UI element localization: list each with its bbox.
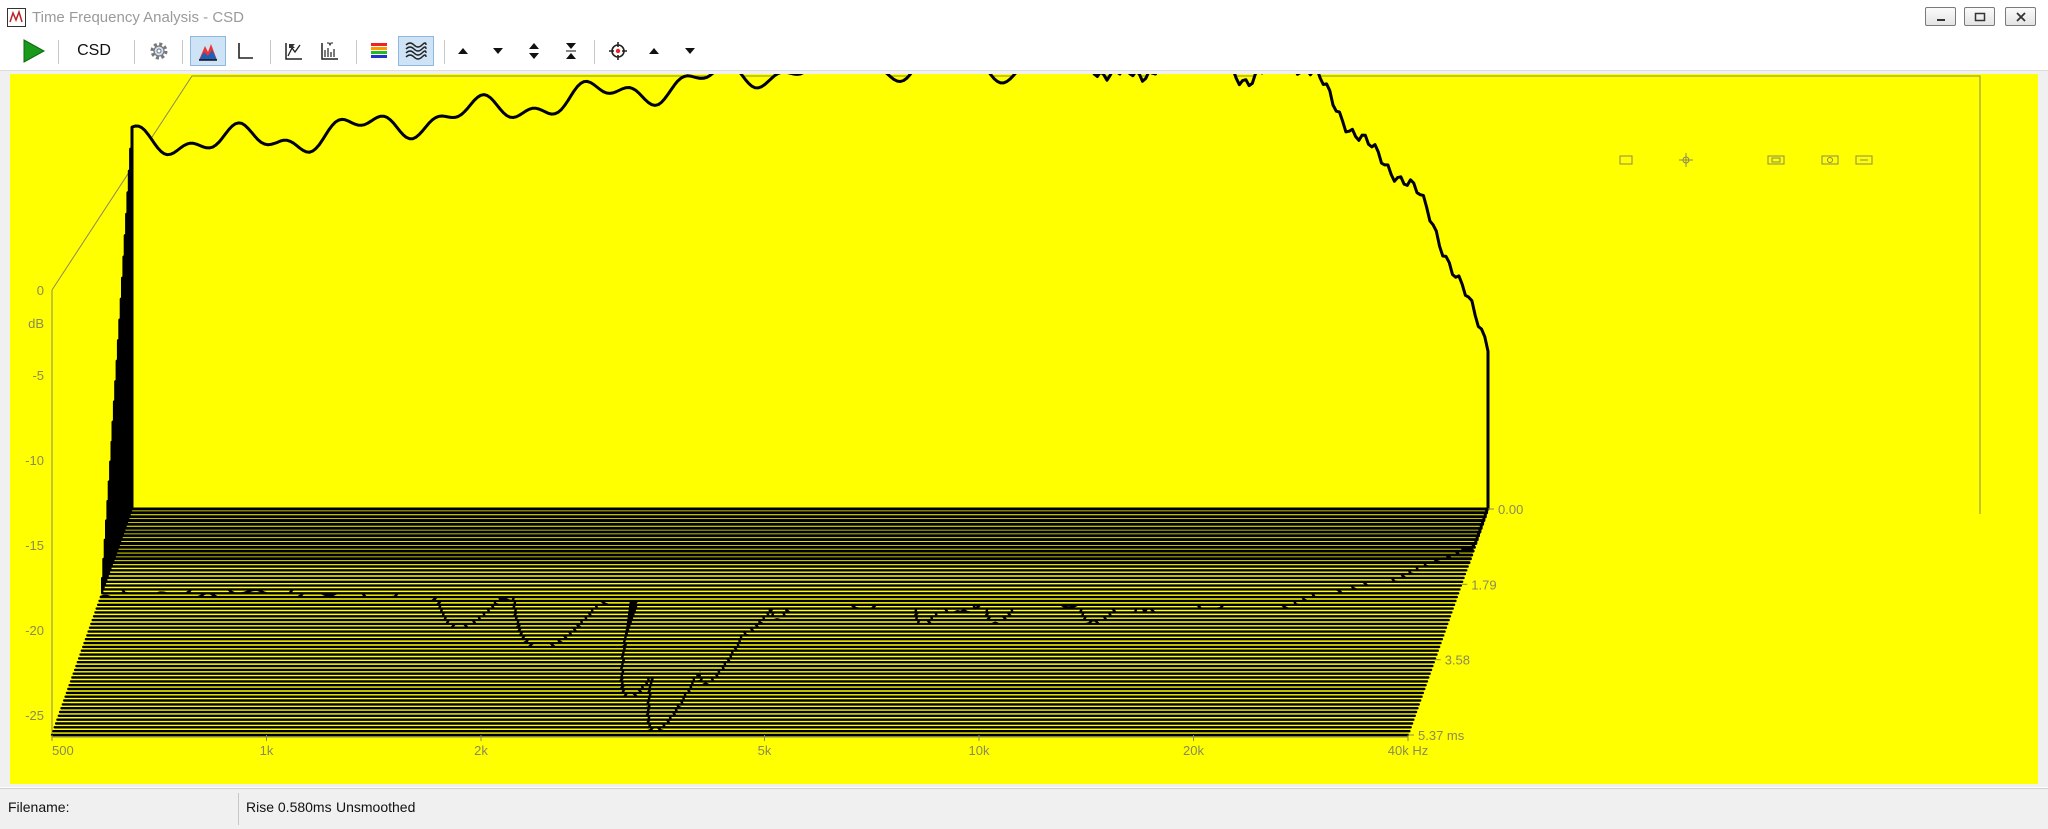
x-tick-label: 5k: [758, 743, 772, 758]
zoom-box-icon[interactable]: [1767, 155, 1785, 165]
y-tick-label: 0: [37, 283, 44, 298]
x-tick-label: 10k: [969, 743, 990, 758]
crosshair-small-icon[interactable]: [1679, 153, 1693, 167]
graph-controls: [1619, 153, 1873, 167]
status-divider: [238, 793, 239, 825]
y-tick-label: -10: [25, 453, 44, 468]
y-tick-label: -20: [25, 623, 44, 638]
status-smoothing: Unsmoothed: [336, 799, 416, 815]
x-tick-label: 1k: [260, 743, 274, 758]
z-tick-label: 3.58: [1445, 653, 1470, 668]
zoom-out-icon[interactable]: [1855, 155, 1873, 165]
csd-waterfall-chart[interactable]: 500 1k 2k 5k 10k 20k 40k Hz 0 -5 -10 -15 -20 -25 dB 0.…: [10, 58, 2038, 784]
ms-flag-icon: [321, 42, 338, 60]
legend-marker-icon[interactable]: [1619, 155, 1633, 165]
ms-flag-button[interactable]: [314, 36, 344, 66]
x-tick-label: 40k Hz: [1388, 743, 1428, 758]
minimize-icon: [1936, 19, 1945, 21]
peak-flag-button[interactable]: [278, 36, 308, 66]
close-button[interactable]: [2005, 7, 2036, 26]
peak-flag-icon: [285, 43, 302, 60]
color-scale-button[interactable]: [364, 36, 394, 66]
toolbar: CSD: [0, 34, 2048, 71]
color-scale-icon: [371, 43, 387, 58]
axis-icon: [238, 43, 253, 59]
toolbar-separator: [444, 40, 445, 64]
status-filename: Filename:: [8, 799, 70, 815]
expand-range-button[interactable]: [521, 36, 547, 66]
waterfall-icon: [199, 44, 217, 61]
toolbar-separator: [594, 40, 595, 64]
cursor-down-button[interactable]: [677, 36, 703, 66]
maximize-button[interactable]: [1964, 7, 1995, 26]
play-button[interactable]: [16, 36, 50, 66]
arrow-up-icon: [649, 48, 659, 54]
title-bar: Time Frequency Analysis - CSD: [0, 0, 2048, 35]
csd-slice: [130, 58, 1490, 511]
expand-icon: [529, 43, 539, 59]
toolbar-separator: [182, 40, 183, 64]
shift-down-button[interactable]: [485, 36, 511, 66]
toolbar-separator: [58, 40, 59, 64]
close-icon: [2015, 12, 2026, 22]
z-tick-label: 0.00: [1498, 502, 1523, 517]
y-tick-label: -25: [25, 708, 44, 723]
y-unit-label: dB: [28, 316, 44, 331]
gear-icon: [150, 42, 168, 60]
crosshair-icon: [609, 42, 627, 60]
y-tick-label: -15: [25, 538, 44, 553]
wave-style-button[interactable]: [398, 36, 434, 66]
shift-up-button[interactable]: [450, 36, 476, 66]
plot-frame: 500 1k 2k 5k 10k 20k 40k Hz 0 -5 -10 -15 -20 -25 dB 0.…: [0, 58, 2048, 787]
toolbar-separator: [356, 40, 357, 64]
axis-button[interactable]: [230, 36, 260, 66]
wave-icon: [405, 42, 427, 60]
status-bar: Filename: Rise 0.580ms Unsmoothed: [0, 788, 2048, 829]
minimize-button[interactable]: [1925, 7, 1956, 26]
x-tick-label: 2k: [474, 743, 488, 758]
arrow-down-icon: [685, 48, 695, 54]
csd-label: CSD: [77, 42, 111, 59]
window-title: Time Frequency Analysis - CSD: [32, 9, 245, 26]
y-tick-label: -5: [32, 368, 44, 383]
arrow-up-icon: [458, 48, 468, 54]
csd-plot[interactable]: 500 1k 2k 5k 10k 20k 40k Hz 0 -5 -10 -15 -20 -25 dB 0.…: [10, 58, 2038, 784]
waterfall-view-button[interactable]: [190, 36, 226, 66]
z-tick-label: 1.79: [1471, 577, 1496, 592]
arrow-down-icon: [493, 48, 503, 54]
app-icon[interactable]: [7, 8, 26, 27]
status-rise: Rise 0.580ms: [246, 799, 332, 815]
maximize-icon: [1974, 12, 1985, 22]
compress-range-button[interactable]: [558, 36, 584, 66]
compress-icon: [566, 43, 576, 59]
play-icon: [23, 39, 46, 63]
x-tick-label: 500: [52, 743, 74, 758]
toolbar-separator: [134, 40, 135, 64]
settings-button[interactable]: [144, 36, 174, 66]
zoom-fit-icon[interactable]: [1821, 155, 1839, 165]
crosshair-button[interactable]: [604, 36, 632, 66]
x-tick-label: 20k: [1183, 743, 1204, 758]
cursor-up-button[interactable]: [641, 36, 667, 66]
csd-button[interactable]: CSD: [66, 36, 122, 66]
z-tick-label: 5.37 ms: [1418, 728, 1465, 743]
toolbar-separator: [270, 40, 271, 64]
